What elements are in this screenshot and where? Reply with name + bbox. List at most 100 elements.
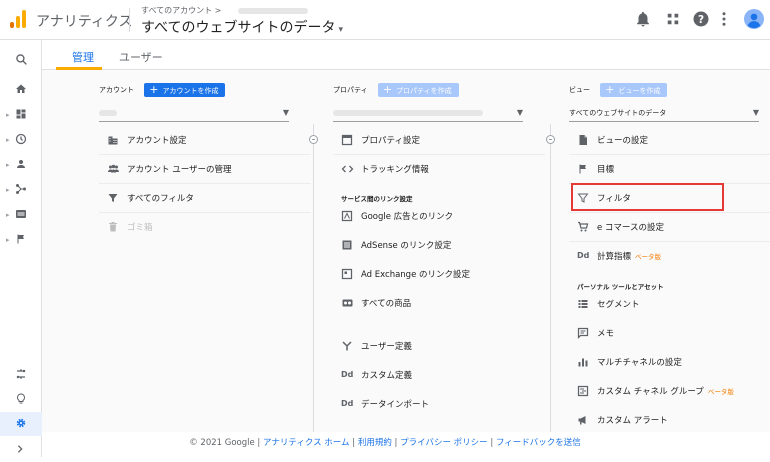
top-header: アナリティクス すべてのアカウント > すべてのウェブサイトのデータ ▾ ? [0, 0, 770, 40]
data-import-label: データインポート [361, 400, 430, 410]
property-selector[interactable]: ▼ [333, 106, 523, 122]
segment-icon [578, 300, 588, 308]
bell-icon[interactable] [634, 10, 652, 28]
column-connector-icon [546, 135, 555, 144]
account-selector[interactable]: ▼ [99, 106, 289, 122]
lightbulb-icon [17, 393, 25, 404]
calculated-metrics-label: 計算指標 ベータ版 [597, 250, 661, 262]
user-definition-icon [342, 341, 352, 351]
multichannel-settings-item[interactable]: マルチチャネルの設定 [569, 348, 770, 377]
nav-home[interactable] [0, 78, 42, 102]
nav-realtime[interactable]: ▸ [0, 128, 42, 152]
segments-item[interactable]: セグメント [569, 290, 770, 319]
svg-text:?: ? [698, 14, 704, 26]
custom-channel-group-label: カスタム チャネル グループ ベータ版 [597, 385, 734, 397]
gear-icon [16, 418, 26, 428]
column-divider [550, 124, 551, 432]
redacted-property-value [333, 110, 483, 116]
memo-label: メモ [597, 329, 615, 339]
redacted-account-value [99, 110, 117, 116]
memo-item[interactable]: メモ [569, 319, 770, 348]
admin-tabs: 管理 ユーザー [42, 40, 770, 70]
chevron-right-icon: ▸ [6, 111, 10, 119]
ad-exchange-link-item[interactable]: Ad Exchange のリンク設定 [333, 260, 545, 289]
filter-icon [108, 194, 118, 202]
nav-behavior[interactable]: ▸ [0, 203, 42, 227]
adsense-icon [342, 240, 352, 250]
data-import-item[interactable]: Dd データインポート [333, 390, 545, 419]
property-heading: プロパティ [333, 86, 368, 94]
chevron-down-icon: ▼ [516, 108, 523, 117]
chevron-down-icon: ▾ [338, 25, 343, 35]
view-selector[interactable]: すべてのウェブサイトのデータ ▼ [569, 106, 759, 122]
footer: © 2021 Google | アナリティクス ホーム | 利用規約 | プライ… [189, 438, 581, 448]
comment-icon [577, 327, 589, 339]
custom-definitions-item[interactable]: Dd カスタム定義 [333, 361, 545, 390]
nav-discover[interactable] [0, 388, 42, 412]
page-icon [341, 134, 353, 146]
goals-item[interactable]: 目標 [569, 155, 770, 184]
search-icon [16, 54, 27, 65]
chevron-right-icon: ▸ [6, 136, 10, 144]
more-vert-icon[interactable] [715, 10, 733, 28]
create-account-button[interactable]: + アカウントを作成 [144, 83, 226, 97]
view-header: ビュー + ビューを作成 [569, 83, 668, 97]
create-view-button[interactable]: + ビューを作成 [600, 83, 668, 97]
avatar[interactable] [744, 9, 764, 29]
property-settings-item[interactable]: プロパティ設定 [333, 126, 545, 155]
document-icon [579, 135, 587, 145]
all-filters-label: すべてのフィルタ [127, 194, 194, 204]
calculated-metrics-item[interactable]: Dd 計算指標 ベータ版 [569, 242, 770, 271]
property-view-selector[interactable]: すべてのウェブサイトのデータ ▾ [141, 17, 343, 37]
footer-link-terms[interactable]: 利用規約 [358, 438, 392, 448]
account-user-management-item[interactable]: アカウント ユーザーの管理 [99, 155, 311, 184]
filter-highlight-box [571, 183, 724, 211]
account-settings-label: アカウント設定 [127, 136, 187, 146]
trash-item[interactable]: ゴミ箱 [99, 213, 311, 242]
multichannel-settings-label: マルチチャネルの設定 [597, 358, 682, 368]
calculated-metrics-text: 計算指標 [597, 252, 632, 262]
beta-badge: ベータ版 [635, 253, 662, 261]
goals-label: 目標 [597, 165, 615, 175]
footer-link-privacy[interactable]: プライバシー ポリシー [400, 438, 488, 448]
all-filters-item[interactable]: すべてのフィルタ [99, 184, 311, 213]
dashboard-icon [16, 109, 26, 119]
nav-conversions[interactable]: ▸ [0, 228, 42, 252]
custom-channel-group-item[interactable]: カスタム チャネル グループ ベータ版 [569, 377, 770, 406]
adsense-link-item[interactable]: AdSense のリンク設定 [333, 231, 545, 260]
nav-attribution[interactable] [0, 363, 42, 387]
left-navigation: ▸ ▸ ▸ ▸ ▸ ▸ [0, 40, 42, 457]
adsense-link-label: AdSense のリンク設定 [361, 241, 452, 251]
create-view-label: ビューを作成 [618, 87, 661, 95]
footer-link-analytics-home[interactable]: アナリティクス ホーム [263, 438, 350, 448]
nav-customization[interactable]: ▸ [0, 103, 42, 127]
tab-user[interactable]: ユーザー [119, 49, 163, 65]
nav-admin[interactable] [0, 412, 42, 436]
chevron-right-icon: ▸ [6, 186, 10, 194]
analytics-logo[interactable] [10, 10, 26, 28]
google-ads-link-item[interactable]: Google 広告とのリンク [333, 202, 545, 231]
account-settings-item[interactable]: アカウント設定 [99, 126, 311, 155]
nav-search[interactable] [0, 48, 42, 72]
plus-icon: + [382, 83, 393, 96]
create-property-button[interactable]: + プロパティを作成 [377, 83, 459, 97]
ecommerce-settings-item[interactable]: e コマースの設定 [569, 213, 770, 242]
view-settings-item[interactable]: ビューの設定 [569, 126, 770, 155]
create-account-label: アカウントを作成 [162, 87, 219, 95]
nav-audience[interactable]: ▸ [0, 153, 42, 177]
user-definition-item[interactable]: ユーザー定義 [333, 332, 545, 361]
view-settings-label: ビューの設定 [597, 136, 649, 146]
all-products-item[interactable]: すべての商品 [333, 289, 545, 318]
help-icon[interactable]: ? [692, 10, 710, 28]
breadcrumb-all-accounts[interactable]: すべてのアカウント > [141, 6, 221, 15]
chevron-right-icon: ▸ [6, 211, 10, 219]
all-products-icon [342, 299, 353, 307]
tracking-info-item[interactable]: トラッキング情報 [333, 155, 545, 184]
nav-acquisition[interactable]: ▸ [0, 178, 42, 202]
trash-label: ゴミ箱 [127, 223, 153, 233]
apps-icon[interactable] [664, 10, 682, 28]
custom-alerts-item[interactable]: カスタム アラート [569, 406, 770, 435]
footer-link-feedback[interactable]: フィードバックを送信 [496, 438, 581, 448]
breadcrumb[interactable]: すべてのアカウント > [141, 5, 308, 16]
tab-admin[interactable]: 管理 [72, 49, 94, 65]
